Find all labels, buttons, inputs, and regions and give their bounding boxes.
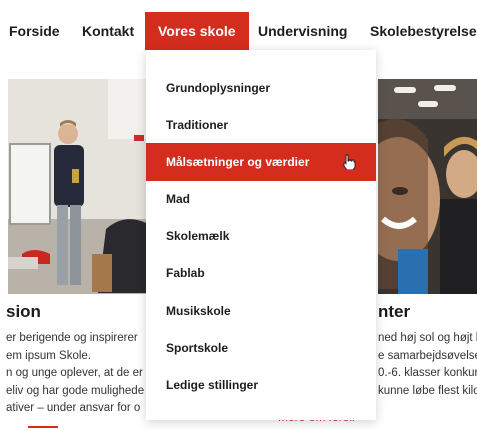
- menu-item-mad[interactable]: Mad: [146, 180, 376, 218]
- left-card-line: eliv og har gode mulighede: [6, 384, 145, 397]
- nav-item-undervisning[interactable]: Undervisning: [258, 12, 347, 50]
- left-card-line: ativer – under ansvar for o: [6, 402, 141, 414]
- right-card-line: ned høj sol og højt h: [378, 332, 477, 344]
- nav-item-vores-skole[interactable]: Vores skole: [145, 12, 249, 50]
- nav-item-kontakt[interactable]: Kontakt: [82, 12, 134, 50]
- left-card-text: er berigende og inspirerer em ipsum Skol…: [6, 330, 146, 418]
- main-nav: Forside Kontakt Vores skole Undervisning…: [0, 12, 477, 50]
- nav-item-forside[interactable]: Forside: [9, 12, 60, 50]
- right-card-line: e samarbejdsøvelse: [378, 349, 477, 362]
- right-card-line: kunne løbe flest kilo: [378, 384, 477, 397]
- menu-item-maalsaetninger[interactable]: Målsætninger og værdier: [146, 143, 376, 181]
- left-read-more-link[interactable]: [28, 422, 68, 430]
- nav-item-skolebestyrelsen[interactable]: Skolebestyrelsen: [370, 12, 477, 50]
- menu-item-sportskole[interactable]: Sportskole: [146, 329, 376, 367]
- menu-item-traditioner[interactable]: Traditioner: [146, 106, 376, 144]
- menu-item-fablab[interactable]: Fablab: [146, 254, 376, 292]
- menu-item-grundoplysninger[interactable]: Grundoplysninger: [146, 69, 376, 107]
- right-card-line: 0.-6. klasser konkur: [378, 367, 477, 379]
- kids-photo: [378, 79, 477, 294]
- left-card-title: sion: [6, 302, 41, 321]
- menu-item-label: Målsætninger og værdier: [166, 155, 310, 169]
- hand-pointer-icon: [343, 154, 356, 170]
- classroom-photo: [8, 79, 146, 294]
- menu-item-ledige-stillinger[interactable]: Ledige stillinger: [146, 366, 376, 404]
- right-card-title: nter: [378, 302, 411, 321]
- left-card-line: er berigende og inspirerer: [6, 332, 138, 344]
- right-card-text: ned høj sol og højt h e samarbejdsøvelse…: [378, 330, 477, 400]
- menu-item-musikskole[interactable]: Musikskole: [146, 292, 376, 330]
- left-card-line: em ipsum Skole.: [6, 349, 92, 362]
- left-card-line: n og unge oplever, at de er: [6, 367, 143, 379]
- vores-skole-dropdown: Grundoplysninger Traditioner Målsætninge…: [146, 50, 376, 420]
- menu-item-skolemaelk[interactable]: Skolemælk: [146, 217, 376, 255]
